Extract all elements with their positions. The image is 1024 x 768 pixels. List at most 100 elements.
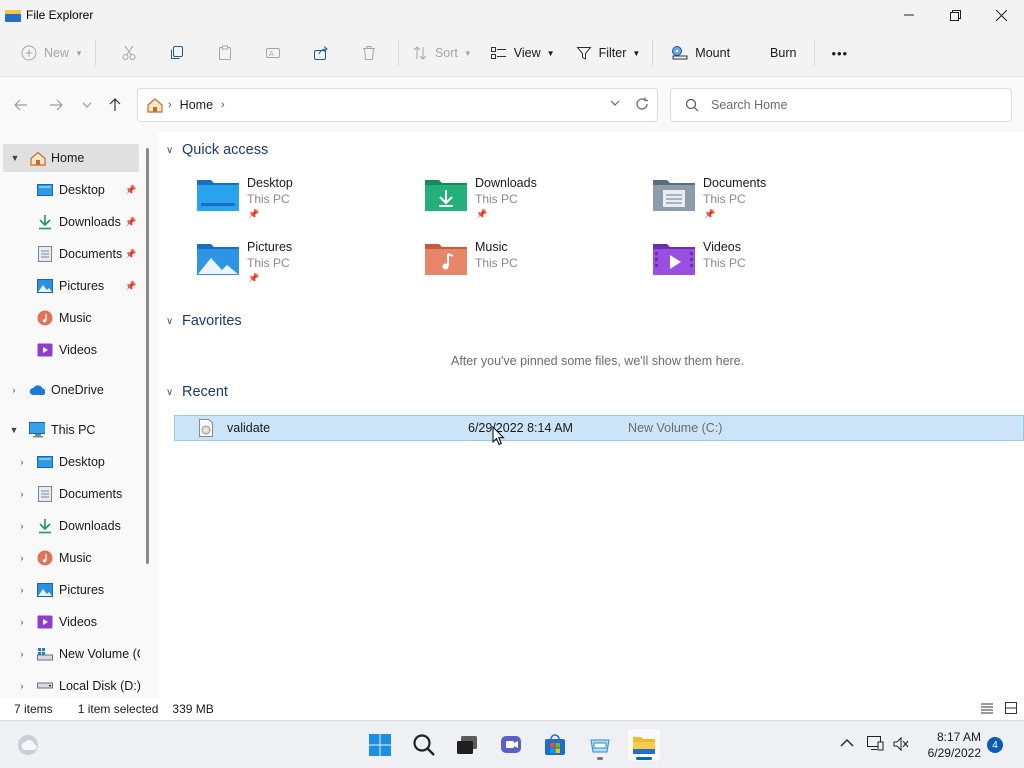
sidebar-item-pictures[interactable]: Pictures 📌	[0, 272, 140, 300]
sidebar-item-label: OneDrive	[51, 383, 104, 397]
chevron-down-icon[interactable]: ▼	[8, 425, 20, 435]
recent-file-date: 6/29/2022 8:14 AM	[468, 421, 573, 435]
sidebar-item-pc-music[interactable]: › Music	[0, 544, 140, 572]
quick-access-documents[interactable]: Documents This PC 📌	[652, 176, 872, 232]
chevron-right-icon[interactable]: ›	[8, 385, 20, 395]
chevron-right-icon[interactable]: ›	[16, 457, 28, 467]
mount-button[interactable]: Mount	[663, 37, 738, 69]
document-icon	[37, 486, 53, 502]
forward-button[interactable]	[46, 95, 66, 115]
toolbar-divider	[397, 40, 399, 66]
section-title: Quick access	[182, 142, 269, 158]
sidebar-item-pc-downloads[interactable]: › Downloads	[0, 512, 140, 540]
chevron-right-icon[interactable]: ›	[16, 681, 28, 691]
show-hidden-icons-button[interactable]	[840, 737, 854, 751]
paste-button[interactable]	[208, 37, 242, 69]
arrow-up-icon	[109, 98, 121, 111]
address-history-button[interactable]	[609, 97, 621, 114]
teams-chat-button[interactable]	[495, 729, 527, 761]
quick-access-downloads[interactable]: Downloads This PC 📌	[424, 176, 644, 232]
notification-badge[interactable]: 4	[987, 737, 1003, 753]
weather-icon	[18, 735, 38, 755]
chevron-right-icon[interactable]: ›	[16, 521, 28, 531]
sidebar-item-pc-pictures[interactable]: › Pictures	[0, 576, 140, 604]
chevron-right-icon[interactable]: ›	[16, 649, 28, 659]
filter-button[interactable]: Filter ▼	[567, 37, 649, 69]
new-button[interactable]: New ▼	[12, 37, 91, 69]
quick-access-header[interactable]: ∨ Quick access	[166, 142, 268, 158]
restore-button[interactable]	[932, 0, 978, 30]
file-explorer-taskbar-button[interactable]	[628, 729, 660, 761]
sidebar-item-new-volume[interactable]: › New Volume (C	[0, 640, 141, 668]
chevron-down-icon: ▼	[632, 48, 641, 58]
quick-access-music[interactable]: Music This PC	[424, 240, 644, 296]
pin-icon[interactable]: 📌	[125, 249, 136, 260]
scissors-icon	[120, 44, 138, 62]
pin-icon[interactable]: 📌	[125, 185, 136, 196]
quick-access-pictures[interactable]: Pictures This PC 📌	[196, 240, 416, 296]
favorites-header[interactable]: ∨ Favorites	[166, 313, 242, 329]
chevron-right-icon[interactable]: ›	[16, 617, 28, 627]
widgets-button[interactable]	[12, 729, 44, 761]
sidebar-item-downloads[interactable]: Downloads 📌	[0, 208, 140, 236]
copy-button[interactable]	[160, 37, 194, 69]
speaker-muted-icon	[893, 736, 909, 752]
sidebar-item-pc-desktop[interactable]: › Desktop	[0, 448, 140, 476]
sidebar-item-videos[interactable]: Videos	[0, 336, 140, 364]
breadcrumb-separator[interactable]: ›	[221, 99, 225, 111]
sidebar-item-music[interactable]: Music	[0, 304, 140, 332]
documents-folder-icon	[653, 180, 695, 211]
recent-file-row[interactable]: validate 6/29/2022 8:14 AM New Volume (C…	[174, 415, 1024, 441]
chevron-right-icon[interactable]: ›	[16, 553, 28, 563]
recent-locations-button[interactable]	[77, 95, 97, 115]
sidebar-item-onedrive[interactable]: › OneDrive	[0, 376, 140, 404]
tiles-view-button[interactable]	[1004, 701, 1018, 718]
close-button[interactable]	[978, 0, 1024, 30]
start-button[interactable]	[364, 729, 396, 761]
sidebar-item-documents[interactable]: Documents 📌	[0, 240, 140, 268]
disc-mount-icon	[671, 44, 689, 62]
sidebar-item-pc-documents[interactable]: › Documents	[0, 480, 140, 508]
quick-access-desktop[interactable]: Desktop This PC 📌	[196, 176, 416, 232]
share-button[interactable]	[304, 37, 338, 69]
delete-button[interactable]	[352, 37, 386, 69]
quick-access-videos[interactable]: Videos This PC	[652, 240, 872, 296]
breadcrumb-home[interactable]: Home	[180, 98, 213, 112]
disc-app-button[interactable]	[584, 729, 616, 761]
sidebar-item-pc-videos[interactable]: › Videos	[0, 608, 140, 636]
minimize-button[interactable]	[886, 0, 932, 30]
details-view-button[interactable]	[980, 701, 994, 718]
pin-icon[interactable]: 📌	[125, 281, 136, 292]
sidebar-item-this-pc[interactable]: ▼ This PC	[0, 416, 140, 444]
task-view-button[interactable]	[451, 729, 483, 761]
sidebar-item-home[interactable]: ▼ Home	[3, 144, 139, 172]
rename-button[interactable]: A	[256, 37, 290, 69]
chevron-down-icon[interactable]: ▼	[9, 153, 21, 163]
back-button[interactable]	[11, 95, 31, 115]
pin-icon: 📌	[476, 209, 488, 219]
sidebar-item-desktop[interactable]: Desktop 📌	[0, 176, 140, 204]
search-box[interactable]	[670, 88, 1012, 122]
pin-icon[interactable]: 📌	[125, 217, 136, 228]
clock[interactable]: 8:17 AM 6/29/2022	[928, 729, 981, 761]
sidebar-scrollbar[interactable]	[146, 148, 149, 564]
search-input[interactable]	[711, 98, 991, 112]
sidebar-item-local-disk-d[interactable]: › Local Disk (D:)	[0, 672, 141, 700]
recent-header[interactable]: ∨ Recent	[166, 384, 228, 400]
download-icon	[37, 518, 53, 534]
up-button[interactable]	[105, 95, 125, 115]
display-tray-button[interactable]	[866, 735, 884, 754]
view-button[interactable]: View ▼	[482, 37, 563, 69]
search-button[interactable]	[408, 729, 440, 761]
refresh-button[interactable]	[635, 97, 649, 114]
sort-button[interactable]: Sort ▼	[403, 37, 480, 69]
store-button[interactable]	[539, 729, 571, 761]
address-bar[interactable]: › Home ›	[137, 88, 658, 122]
burn-button[interactable]: Burn	[762, 37, 804, 69]
more-options-button[interactable]: •••	[823, 37, 856, 69]
chevron-right-icon[interactable]: ›	[16, 489, 28, 499]
volume-tray-button[interactable]	[892, 736, 910, 755]
cut-button[interactable]	[112, 37, 146, 69]
chevron-right-icon[interactable]: ›	[16, 585, 28, 595]
status-bar: 7 items 1 item selected 339 MB	[0, 698, 1024, 720]
